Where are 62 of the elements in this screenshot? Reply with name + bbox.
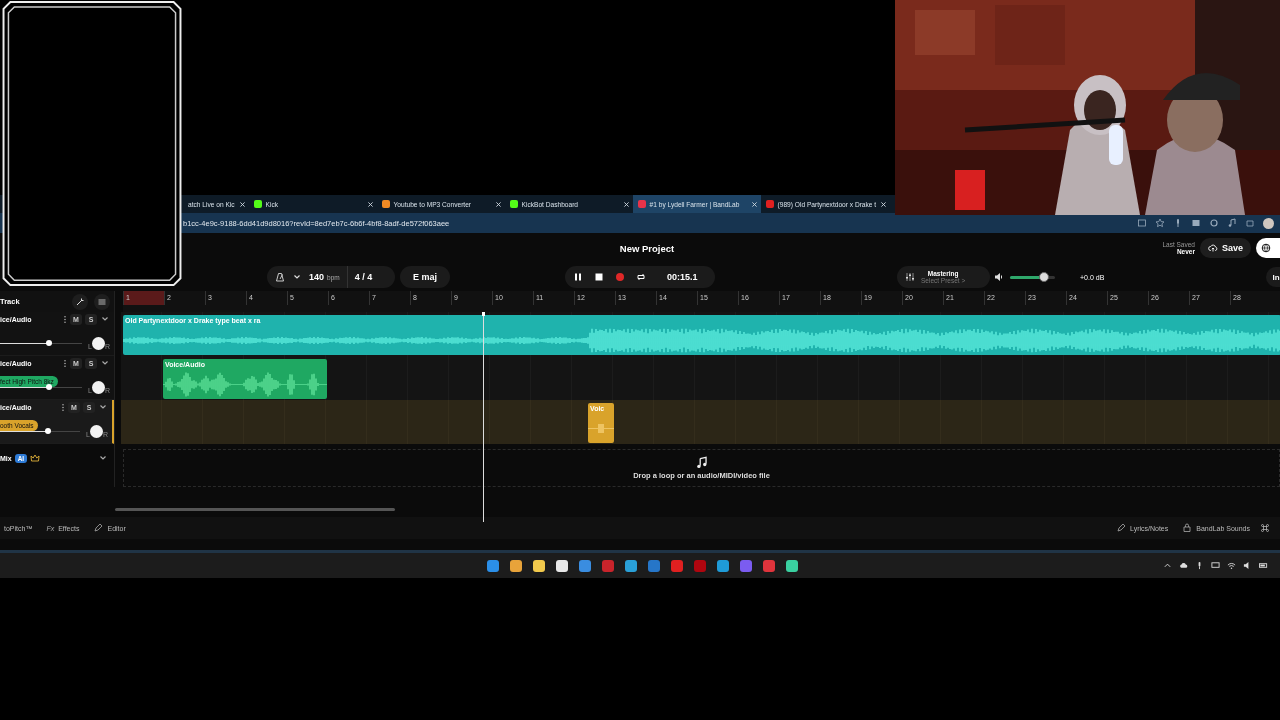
profile-avatar[interactable] xyxy=(1263,217,1274,229)
reader-icon[interactable] xyxy=(1191,218,1201,228)
globe-button[interactable] xyxy=(1256,238,1280,258)
bag-icon xyxy=(1182,523,1193,533)
crown-icon xyxy=(30,453,41,463)
close-icon[interactable] xyxy=(238,200,246,208)
music-note-icon[interactable] xyxy=(1227,218,1237,228)
pencil-icon xyxy=(93,523,104,533)
pan-knob[interactable] xyxy=(91,336,105,350)
time-display: 00:15.1 xyxy=(667,272,698,282)
taskbar-app-icon[interactable] xyxy=(555,558,569,573)
settings-button[interactable] xyxy=(94,293,110,310)
extension-icon[interactable] xyxy=(1209,218,1219,228)
record-button[interactable] xyxy=(613,270,626,284)
close-icon[interactable] xyxy=(622,200,630,208)
pencil-icon xyxy=(1116,523,1126,533)
save-button[interactable]: Save xyxy=(1199,238,1251,258)
chevron-up-icon[interactable] xyxy=(1163,561,1172,570)
tab-icon[interactable] xyxy=(1137,218,1147,228)
command-icon[interactable] xyxy=(1260,523,1270,533)
project-title: New Project xyxy=(618,242,676,254)
track-volume-slider[interactable] xyxy=(0,384,82,390)
wand-button[interactable] xyxy=(72,293,88,310)
cut-off-button[interactable]: In xyxy=(1266,267,1280,287)
wifi-icon[interactable] xyxy=(1227,561,1236,570)
taskbar-app-icon[interactable] xyxy=(785,558,799,573)
music-note-icon xyxy=(695,456,708,469)
cloud-icon[interactable] xyxy=(1179,561,1188,570)
taskbar-app-icon[interactable] xyxy=(509,558,523,573)
close-icon[interactable] xyxy=(880,200,888,208)
globe-icon xyxy=(1261,243,1271,253)
stop-icon xyxy=(593,272,604,282)
pan-knob[interactable] xyxy=(89,424,103,438)
taskbar-app-icon[interactable] xyxy=(532,558,546,573)
close-icon[interactable] xyxy=(366,200,374,208)
playhead[interactable] xyxy=(482,312,485,522)
favorites-icon[interactable] xyxy=(1245,218,1255,228)
taskbar-app-icon[interactable] xyxy=(624,558,638,573)
tempo-value: 140 xyxy=(309,272,325,282)
pause-icon xyxy=(572,272,583,282)
close-icon[interactable] xyxy=(494,200,502,208)
time-signature: 4 / 4 xyxy=(354,272,373,282)
more-icon[interactable] xyxy=(61,402,65,412)
more-icon[interactable] xyxy=(63,314,67,324)
star-icon[interactable] xyxy=(1155,218,1165,228)
track-volume-slider[interactable] xyxy=(0,340,82,346)
wand-icon xyxy=(75,296,85,307)
speaker-icon[interactable] xyxy=(994,272,1004,282)
pan-knob[interactable] xyxy=(91,380,105,394)
track-volume-slider[interactable] xyxy=(0,428,81,434)
horizontal-scrollbar[interactable] xyxy=(115,508,395,511)
sliders-icon xyxy=(905,272,915,282)
more-icon[interactable] xyxy=(63,358,67,368)
master-volume-slider[interactable] xyxy=(1010,271,1055,283)
close-icon[interactable] xyxy=(750,200,758,208)
monitor-icon[interactable] xyxy=(1211,561,1220,570)
key-button[interactable]: E maj xyxy=(400,266,450,288)
battery-icon[interactable] xyxy=(1259,561,1268,570)
cloud-upload-icon xyxy=(1207,243,1218,253)
metronome-icon[interactable] xyxy=(275,272,285,282)
loop-icon xyxy=(635,272,646,282)
record-icon xyxy=(614,272,625,282)
